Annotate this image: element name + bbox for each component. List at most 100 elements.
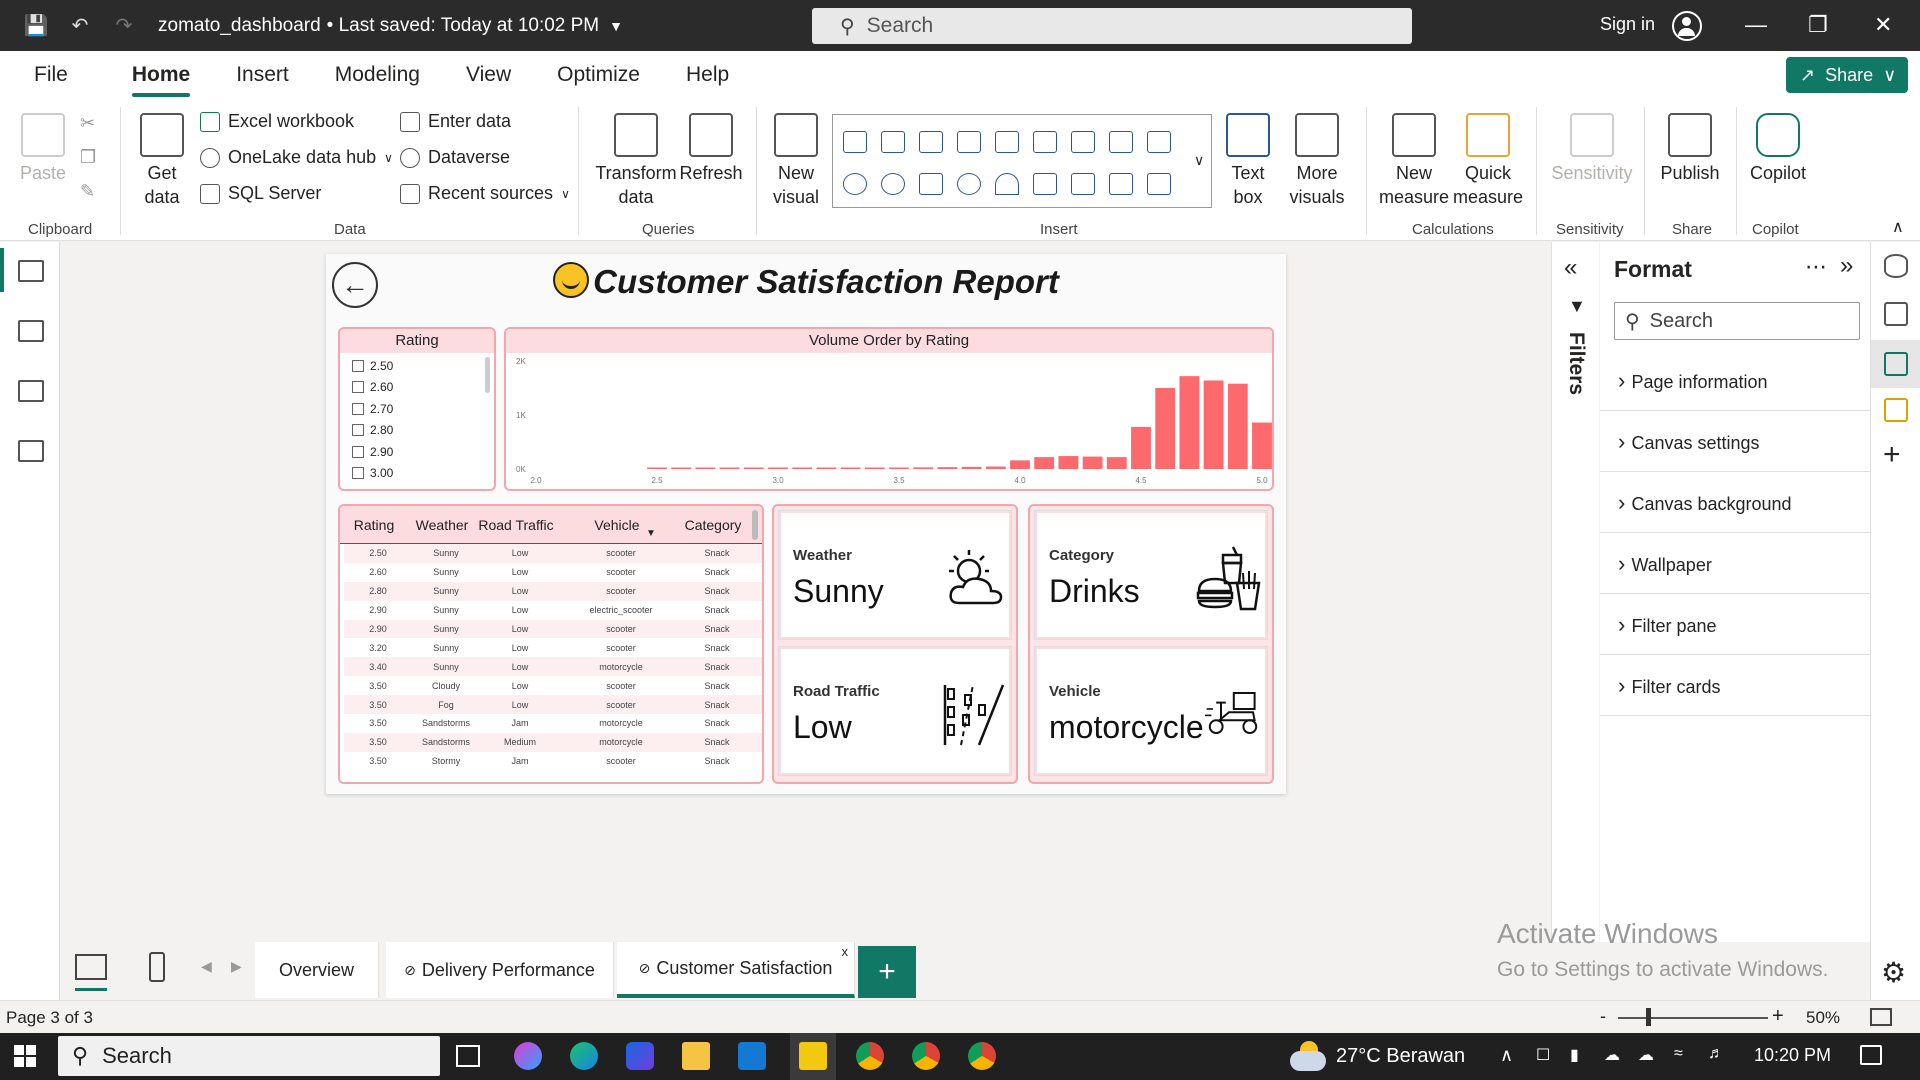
chart-bar[interactable] [647,467,667,470]
copy-icon[interactable]: ❐ [80,147,96,168]
data-pane-icon[interactable] [1884,254,1908,278]
sign-in-link[interactable]: Sign in [1600,14,1655,35]
table-row[interactable]: 2.80 Sunny Low scooter Snack [344,581,762,601]
column-header-road-traffic[interactable]: Road Traffic [476,517,556,533]
new-measure-button[interactable]: New measure [1378,113,1450,209]
recent-sources-button[interactable]: Recent sources ∨ [400,183,570,204]
chart-bar[interactable] [1131,426,1151,469]
zoom-slider-thumb[interactable] [1646,1008,1651,1026]
map-icon[interactable] [957,173,981,195]
chart-bar[interactable] [816,467,837,470]
vehicle-card[interactable]: Vehicle motorcycle [1034,646,1268,776]
checkbox[interactable] [352,424,364,437]
get-data-button[interactable]: Get data [136,113,188,209]
fit-to-page-icon[interactable] [1870,1008,1892,1026]
meet-icon[interactable]: ☐ [1536,1045,1550,1065]
chart-bar[interactable] [1010,460,1030,469]
refresh-button[interactable]: Refresh [678,113,744,185]
cloud-sync-icon[interactable]: ☁ [1638,1045,1654,1065]
table-row[interactable]: 2.90 Sunny Low electric_scooter Snack [344,600,762,620]
format-section-canvas-background[interactable]: › Canvas background [1618,490,1792,516]
restore-icon[interactable]: ❐ [1808,12,1828,38]
publish-button[interactable]: Publish [1652,113,1728,185]
table-row[interactable]: 3.50 Sandstorms Medium motorcycle Snack [344,732,762,752]
chart-bar[interactable] [1252,422,1272,469]
chart-bar[interactable] [840,467,861,470]
page-tab-customer-satisfaction[interactable]: ⊘ Customer Satisfaction x [617,942,855,998]
sql-server-button[interactable]: SQL Server [200,183,321,204]
chart-bar[interactable] [1203,380,1224,469]
line-chart-icon[interactable] [1071,131,1095,153]
tab-view[interactable]: View [466,51,511,99]
power-bi-icon[interactable] [799,1042,827,1070]
undo-icon[interactable]: ↶ [66,12,94,40]
chart-bar[interactable] [1058,456,1079,469]
transform-data-button[interactable]: Transform data [594,113,678,209]
show-hidden-icons[interactable]: ∧ [1500,1045,1513,1066]
tab-file[interactable]: File [34,51,68,99]
chrome-icon[interactable] [856,1042,884,1070]
chart-bar[interactable] [768,467,788,470]
report-view-icon[interactable] [18,260,44,282]
area-chart-icon[interactable] [1109,131,1133,153]
table-scrollbar[interactable] [752,510,758,540]
slicer-item[interactable]: 3.00 [340,463,494,485]
text-box-button[interactable]: Text box [1222,113,1274,209]
file-menu-chevron-icon[interactable]: ▼ [609,18,623,34]
windows-start-icon[interactable] [14,1045,36,1067]
share-button[interactable]: ↗ Share ∨ [1786,57,1908,93]
format-search-input[interactable]: ⚲ Search [1614,302,1860,340]
road-traffic-card[interactable]: Road Traffic Low [778,646,1012,776]
zoom-out-icon[interactable]: - [1600,1006,1606,1027]
chart-bar[interactable] [864,467,885,470]
chart-bar[interactable] [1155,388,1176,469]
collapse-pane-icon[interactable]: » [1840,252,1853,280]
quick-measure-button[interactable]: Quick measure [1452,113,1524,209]
paste-button[interactable]: Paste [18,113,68,185]
chart-bar[interactable] [961,466,982,469]
chart-bar[interactable] [719,467,740,470]
chart-bar[interactable] [1034,457,1055,469]
bing-icon[interactable] [626,1042,654,1070]
table-row[interactable]: 2.60 Sunny Low scooter Snack [344,562,762,582]
table-visual-icon[interactable] [1109,173,1133,195]
add-pane-icon[interactable]: + [1883,438,1901,472]
add-page-button[interactable]: + [858,946,916,998]
collapse-ribbon-icon[interactable]: ∧ [1892,217,1904,237]
onelake-data-hub-button[interactable]: OneLake data hub ∨ [200,147,393,168]
100-stacked-column-icon[interactable] [995,131,1019,153]
notification-center-icon[interactable] [1860,1045,1882,1065]
category-card[interactable]: Category Drinks [1034,510,1268,640]
chrome-icon[interactable] [968,1042,996,1070]
dax-query-view-icon[interactable] [18,440,44,462]
weather-text[interactable]: 27°C Berawan [1336,1045,1465,1068]
close-icon[interactable]: ✕ [1874,12,1892,38]
pie-chart-icon[interactable] [843,173,867,195]
gallery-expand-chevron-icon[interactable]: ∨ [1194,152,1204,169]
format-section-canvas-settings[interactable]: › Canvas settings [1618,429,1760,455]
account-avatar-icon[interactable] [1672,11,1702,41]
format-page-icon[interactable] [1884,352,1908,376]
model-view-icon[interactable] [18,380,44,402]
chart-bar[interactable] [937,467,958,469]
slicer-item[interactable]: 2.50 [340,355,494,377]
checkbox[interactable] [352,381,364,394]
file-explorer-icon[interactable] [682,1042,710,1070]
table-row[interactable]: 3.20 Sunny Low scooter Snack [344,638,762,658]
card-visual-icon[interactable] [1033,173,1057,195]
ribbon-chart-icon[interactable] [1147,131,1171,153]
filters-label[interactable]: Filters [1564,332,1588,395]
slicer-scrollbar[interactable] [485,357,490,393]
slicer-item[interactable]: 2.90 [340,441,494,463]
close-tab-icon[interactable]: x [842,944,849,959]
settings-gear-icon[interactable]: ⚙ [1881,956,1906,989]
battery-icon[interactable]: ▮ [1570,1045,1579,1065]
redo-icon[interactable]: ↷ [110,12,138,40]
tab-home[interactable]: Home [131,51,191,99]
edge-browser-icon[interactable] [570,1042,598,1070]
enter-data-button[interactable]: Enter data [400,111,511,132]
minimize-icon[interactable]: — [1745,12,1767,38]
sensitivity-button[interactable]: Sensitivity [1550,113,1634,185]
tab-insert[interactable]: Insert [236,51,289,99]
chart-bar[interactable] [985,466,1006,469]
